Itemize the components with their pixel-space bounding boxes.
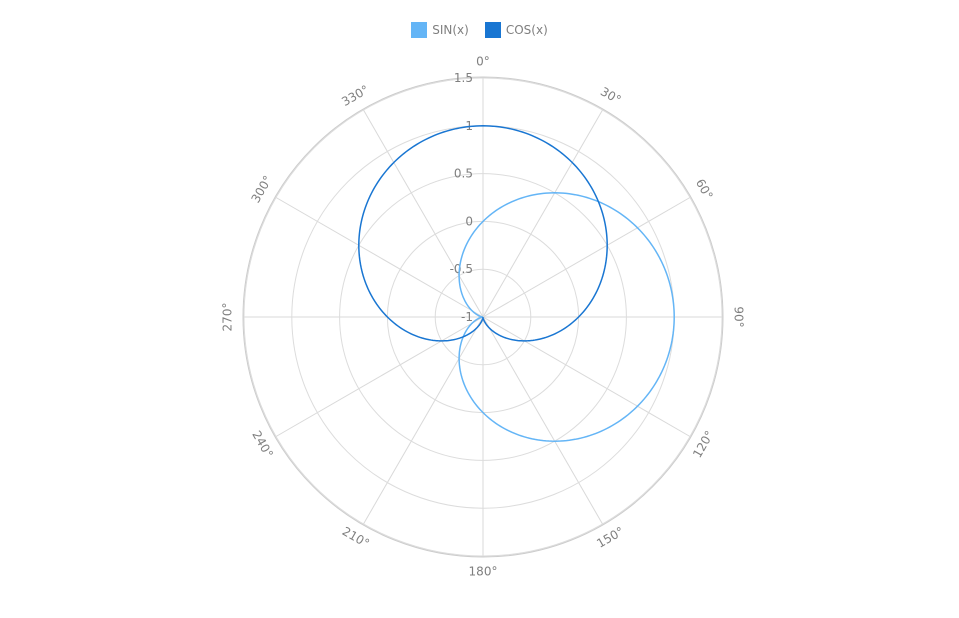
radial-tick-label-5: 1.5 — [454, 71, 473, 85]
angular-tick-label-240: 240° — [249, 428, 276, 460]
radial-tick-label-0: -1 — [461, 310, 473, 324]
angular-tick-label-90: 90° — [732, 306, 746, 327]
angular-tick-label-30: 30° — [598, 84, 623, 107]
angular-tick-label-270: 270° — [221, 303, 235, 332]
spoke-150 — [482, 316, 603, 525]
angular-tick-label-300: 300° — [248, 173, 275, 205]
angular-tick-label-150: 150° — [594, 524, 626, 551]
angular-tick-label-330: 330° — [339, 82, 371, 109]
angular-tick-label-120: 120° — [690, 428, 717, 460]
angular-tick-label-0: 0° — [476, 55, 490, 69]
spoke-240 — [275, 316, 484, 437]
radial-tick-label-1: -0.5 — [450, 262, 473, 276]
radial-tick-label-2: 0 — [465, 214, 473, 228]
radial-tick-label-3: 0.5 — [454, 167, 473, 181]
angular-tick-label-210: 210° — [340, 524, 372, 551]
spoke-210 — [363, 316, 484, 525]
angular-tick-label-60: 60° — [693, 177, 716, 202]
polar-chart: -1-0.500.511.50°30°60°90°120°150°180°210… — [221, 55, 746, 579]
spoke-300 — [275, 197, 484, 318]
angular-tick-label-180: 180° — [469, 565, 498, 579]
